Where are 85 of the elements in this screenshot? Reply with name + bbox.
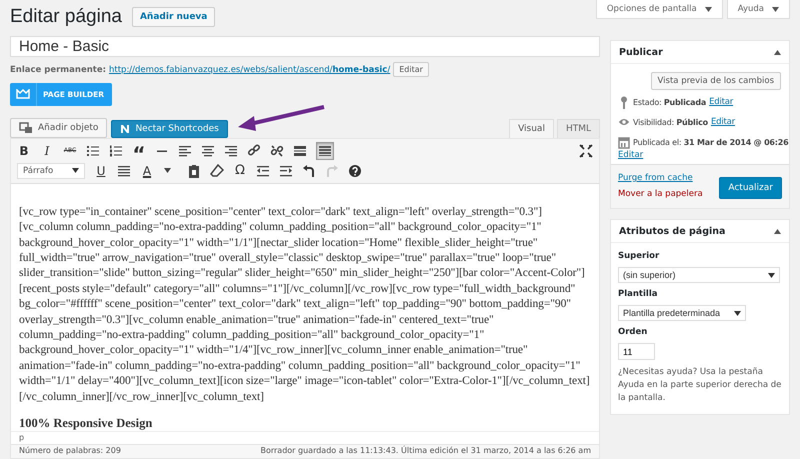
bullet-list-icon[interactable] bbox=[86, 144, 100, 158]
shortcode-line: [/vc_column_inner][/vc_row_inner][vc_column_text] bbox=[19, 388, 265, 404]
caret-icon bbox=[768, 272, 775, 278]
permalink-label: Enlace permanente: bbox=[10, 64, 106, 75]
align-right-icon[interactable] bbox=[224, 144, 238, 158]
link-icon[interactable] bbox=[247, 144, 261, 158]
page-title: Editar página bbox=[10, 6, 122, 28]
clipboard-icon[interactable] bbox=[187, 164, 201, 178]
element-path: p bbox=[19, 432, 24, 442]
toolbar-toggle-button[interactable] bbox=[316, 142, 334, 160]
blockquote-button[interactable]: “ bbox=[132, 144, 146, 158]
shortcode-line: full_width="true" arrow_navigation="true" overall_style="classic" desktop_swipe="true" parallax="true" loop="true" bbox=[19, 250, 557, 266]
add-new-button[interactable]: Añadir nueva bbox=[132, 6, 216, 27]
align-center-icon[interactable] bbox=[201, 144, 215, 158]
fullscreen-icon[interactable] bbox=[579, 144, 593, 158]
autosave-status: Borrador guardado a las 11:13:43. Última edición el 31 marzo, 2014 a las 6:26 am bbox=[260, 446, 591, 457]
nectar-shortcodes-button[interactable]: Nectar Shortcodes bbox=[111, 120, 228, 138]
underline-button[interactable]: U bbox=[94, 164, 108, 178]
crown-icon bbox=[16, 89, 30, 100]
text-color-button[interactable]: A bbox=[140, 164, 154, 178]
indent-icon[interactable] bbox=[279, 164, 293, 178]
pin-icon bbox=[618, 96, 630, 108]
align-left-icon[interactable] bbox=[178, 144, 192, 158]
screen-options-button[interactable]: Opciones de pantalla bbox=[596, 0, 723, 19]
parent-label: Superior bbox=[618, 251, 660, 261]
collapse-icon[interactable] bbox=[774, 228, 781, 234]
help-button[interactable]: Ayuda bbox=[726, 0, 790, 19]
format-dropdown[interactable]: Párrafo bbox=[17, 162, 85, 179]
word-count: Número de palabras: 209 bbox=[19, 446, 121, 457]
shortcode-line: animation="fade-in" column_padding="no-extra-padding" column_padding_position="all" background_color_opacity="1" bbox=[19, 358, 582, 374]
editor-tab[interactable]: Visual bbox=[509, 118, 554, 138]
special-character-button[interactable]: Ω bbox=[233, 163, 247, 178]
bold-button[interactable]: B bbox=[17, 144, 31, 158]
collapse-icon[interactable] bbox=[774, 50, 781, 54]
shortcode-line: background_hover_color_opacity="1" width="1/1"][nectar_slider location="Home" flexible_slider_height="true" bbox=[19, 234, 539, 250]
shortcode-line: column_padding="no-extra-padding" column_padding_position="all" background_color_opacity="1" bbox=[19, 326, 486, 342]
panel-title: Atributos de página bbox=[619, 226, 726, 236]
caret-icon bbox=[704, 6, 712, 12]
title-field[interactable]: Home - Basic bbox=[10, 36, 600, 57]
eye-icon bbox=[618, 117, 630, 127]
shortcode-line: [vc_column column_padding="no-extra-padding" column_padding_position="all" background_color_opacity="1" bbox=[19, 219, 542, 235]
panel-title: Publicar bbox=[619, 46, 663, 58]
parent-select[interactable]: (sin superior) bbox=[618, 267, 780, 283]
preview-button[interactable]: Vista previa de los cambios bbox=[650, 72, 781, 90]
help-text: ¿Necesitas ayuda? Usa la pestaña Ayuda en la parte superior derecha de la pantalla. bbox=[618, 366, 782, 405]
justify-icon[interactable] bbox=[117, 164, 131, 178]
caret-icon bbox=[72, 168, 79, 174]
order-label: Orden bbox=[618, 327, 648, 337]
shortcode-line: slider_transition="slide" button_sizing="regular" slider_height="650" min_slider_height="250"][bar color="Accent-Color"] bbox=[19, 265, 586, 281]
content-heading: 100% Responsive Design bbox=[19, 416, 154, 431]
shortcode-line: [recent_posts style="default" category="all" columns="1"][/vc_column][/vc_row][vc_row type="full_width_background" bbox=[19, 280, 576, 296]
shortcode-line: width="1/1" delay="400"][vc_column_text][icon size="large" image="icon-tablet" color="Extra-Color-1"][/vc_column_text] bbox=[19, 373, 589, 389]
numbered-list-icon[interactable] bbox=[109, 144, 123, 158]
undo-icon[interactable] bbox=[302, 164, 316, 178]
outdent-icon[interactable] bbox=[256, 164, 270, 178]
edit-permalink-button[interactable]: Editar bbox=[393, 62, 429, 78]
media-icon bbox=[19, 122, 33, 134]
edit-date-link[interactable]: Editar bbox=[618, 150, 781, 160]
shortcode-line: [vc_row type="in_container" scene_position="center" text_color="dark" text_align="left" overlay_strength="0.3"] bbox=[19, 204, 543, 220]
unlink-icon[interactable] bbox=[270, 144, 284, 158]
eraser-icon[interactable] bbox=[210, 164, 224, 178]
caret-icon bbox=[772, 6, 779, 12]
template-select[interactable]: Plantilla predeterminada bbox=[618, 305, 746, 321]
shortcode-line: overlay_strength="0.3"][vc_column enable_animation="true" animation="fade-in" centered_text="true" bbox=[19, 312, 495, 327]
publish-date-text: Publicada el: 31 Mar de 2014 @ 06:26 bbox=[633, 138, 789, 146]
caret-icon bbox=[734, 310, 741, 316]
trash-link[interactable]: Mover a la papelera bbox=[618, 189, 703, 199]
edit-visibility-link[interactable]: Editar bbox=[710, 117, 735, 127]
calendar-icon bbox=[618, 136, 630, 148]
nectar-icon bbox=[120, 124, 130, 134]
italic-button[interactable]: I bbox=[40, 144, 54, 158]
edit-status-link[interactable]: Editar bbox=[709, 97, 734, 107]
help-icon[interactable] bbox=[348, 164, 362, 178]
order-field[interactable]: 11 bbox=[618, 343, 655, 360]
read-more-icon[interactable] bbox=[293, 144, 307, 158]
shortcode-line: bg_color="#ffffff" scene_position="center" text_color="dark" text_align="left" top_padding="90" bottom_padding="90" bbox=[19, 296, 572, 312]
purge-cache-link[interactable]: Purge from cache bbox=[618, 173, 703, 183]
update-button[interactable]: Actualizar bbox=[719, 177, 782, 199]
template-label: Plantilla bbox=[618, 289, 658, 299]
editor-tab[interactable]: HTML bbox=[556, 118, 600, 138]
shortcode-line: background_hover_color_opacity="1" width="1/4"][vc_row_inner][vc_column_inner enable_animation="true" bbox=[19, 342, 529, 358]
add-media-button[interactable]: Añadir objeto bbox=[10, 118, 108, 138]
status-text: Estado: Publicada bbox=[633, 98, 706, 106]
visibility-text: Visibilidad: Público bbox=[633, 118, 708, 126]
permalink-link[interactable]: http://demos.fabianvazquez.es/webs/salient/ascend/home-basic/ bbox=[109, 64, 390, 75]
